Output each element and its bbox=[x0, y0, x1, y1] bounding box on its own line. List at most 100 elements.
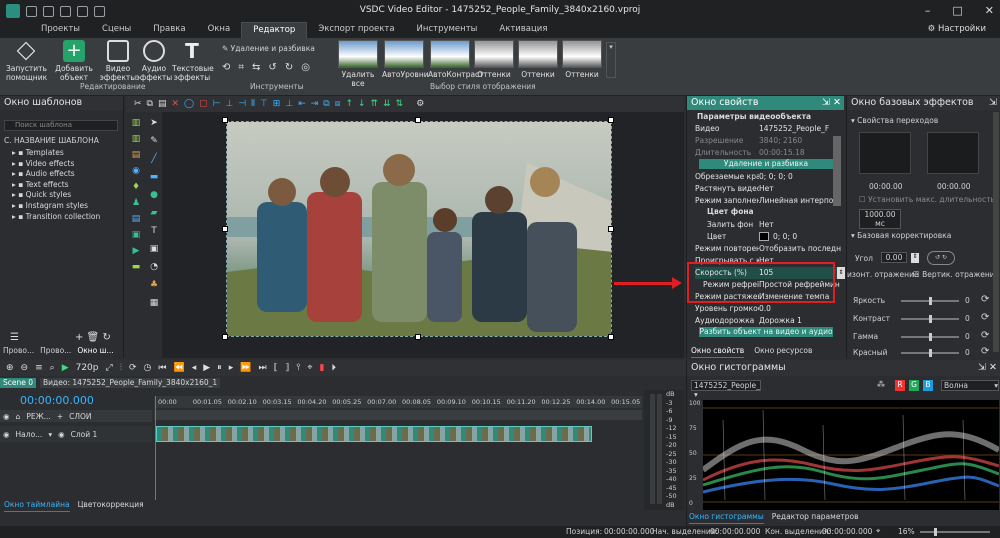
quick-new-icon[interactable] bbox=[26, 5, 37, 17]
remove-track-icon[interactable]: ⊖ bbox=[21, 363, 29, 373]
effects-scrollbar[interactable] bbox=[993, 112, 999, 352]
align-center-icon[interactable]: ⊥ bbox=[225, 99, 233, 109]
menu-scenes[interactable]: Сцены bbox=[91, 22, 142, 38]
histogram-mode-icon[interactable]: ⁂ bbox=[877, 380, 885, 389]
menu-projects[interactable]: Проекты bbox=[30, 22, 91, 38]
tab-templates-short[interactable]: Окно ш... bbox=[77, 346, 113, 358]
prop-volume[interactable]: Уровень громкос 0.0 bbox=[695, 303, 845, 315]
layers-icon[interactable]: ≡ bbox=[35, 363, 43, 373]
rectangle-icon[interactable]: ▬ bbox=[150, 172, 159, 182]
wizard-button[interactable]: Запустить помощник bbox=[6, 40, 47, 82]
zoom-icon[interactable]: ⌕ bbox=[50, 363, 55, 373]
prev-frame-icon[interactable]: ⏪ bbox=[174, 363, 185, 373]
add-icon[interactable]: + bbox=[75, 332, 83, 343]
prop-fill-bg[interactable]: Залить фон Нет bbox=[707, 219, 845, 231]
max-duration-option[interactable]: ☐ Установить макс. длительность: bbox=[859, 195, 997, 204]
move-right-icon[interactable]: ⇥ bbox=[311, 99, 319, 109]
mark-in-icon[interactable]: ⟦ bbox=[274, 363, 278, 373]
prop-audio-track[interactable]: Аудиодорожка Дорожка 1 bbox=[695, 315, 845, 327]
tab-color-correction[interactable]: Цветокоррекция bbox=[78, 500, 144, 512]
quick-redo-icon[interactable] bbox=[94, 5, 105, 17]
red-slider[interactable] bbox=[901, 349, 959, 357]
style-delete-all[interactable]: Удалить все bbox=[336, 40, 380, 88]
add-track-icon[interactable]: ⊕ bbox=[6, 363, 14, 373]
up-arrow-icon[interactable]: ↑ bbox=[345, 99, 353, 109]
person-icon[interactable]: ♟ bbox=[132, 198, 140, 208]
rotate-right-icon[interactable]: ↻ bbox=[285, 62, 293, 73]
handle-tl[interactable] bbox=[222, 117, 228, 123]
rotate-left-icon[interactable]: ↺ bbox=[268, 62, 276, 73]
close-icon[interactable]: ✕ bbox=[985, 4, 994, 17]
zoom-fit-icon[interactable]: ⌖ bbox=[876, 526, 880, 536]
panel-close-icon[interactable]: ✕ bbox=[989, 360, 997, 376]
loop-icon[interactable]: ⟳ bbox=[129, 363, 137, 373]
channel-b-button[interactable]: B bbox=[923, 380, 933, 391]
camera-icon[interactable]: ▣ bbox=[150, 244, 159, 254]
fade-out-thumb[interactable] bbox=[927, 132, 979, 174]
record-icon[interactable]: ◯ bbox=[184, 99, 194, 109]
rotate-90-button[interactable]: ↺ ↻ bbox=[927, 251, 955, 265]
style-autolevels[interactable]: АвтоУровни bbox=[382, 40, 429, 79]
tab-properties-short[interactable]: Прово... bbox=[3, 346, 34, 358]
menu-edit[interactable]: Правка bbox=[142, 22, 196, 38]
ungroup-icon[interactable]: ⧈ bbox=[335, 99, 341, 109]
tab-timeline[interactable]: Окно таймлайна bbox=[4, 500, 70, 512]
contrast-slider[interactable] bbox=[901, 315, 959, 323]
timeline-ruler[interactable]: 00:00 00:01.05 00:02.10 00:03.15 00:04.20 00:… bbox=[154, 396, 642, 408]
delete-icon[interactable]: ✕ bbox=[172, 99, 180, 109]
tab-scene[interactable]: Scene 0 bbox=[0, 378, 37, 388]
track-blend-mode[interactable]: Нало... bbox=[16, 430, 43, 439]
dropdown-icon[interactable]: ▾ bbox=[48, 430, 52, 439]
stabilize-icon[interactable]: ◎ bbox=[301, 62, 310, 73]
copy-icon[interactable]: ⧉ bbox=[147, 99, 153, 109]
chart-icon[interactable]: ▥ bbox=[132, 118, 141, 128]
bottom-arrow-icon[interactable]: ⇊ bbox=[383, 99, 391, 109]
play-icon[interactable]: ▶ bbox=[203, 363, 210, 373]
gamma-slider[interactable] bbox=[901, 333, 959, 341]
handle-bc[interactable] bbox=[415, 334, 421, 340]
align-middle-icon[interactable]: ⊞ bbox=[273, 99, 281, 109]
resolution-select[interactable]: 720p bbox=[76, 363, 99, 373]
trash-icon[interactable]: 🗑 bbox=[87, 332, 100, 343]
delete-split-button[interactable]: ✎ Удаление и разбивка bbox=[222, 44, 315, 53]
tab-histogram[interactable]: Окно гистограммы bbox=[689, 512, 764, 524]
angle-spin[interactable]: ⇕ bbox=[911, 253, 919, 263]
bars-icon[interactable]: ▤ bbox=[132, 150, 141, 160]
handle-br[interactable] bbox=[608, 334, 614, 340]
prop-color[interactable]: Цвет 0; 0; 0 bbox=[707, 231, 845, 243]
layer-icon[interactable]: ⇅ bbox=[396, 99, 404, 109]
distribute-icon[interactable]: ⫴ bbox=[251, 99, 255, 109]
paste-icon[interactable]: ▤ bbox=[158, 99, 167, 109]
styles-scroll[interactable]: ▾ bbox=[606, 42, 616, 78]
refresh-icon[interactable]: ↻ bbox=[102, 332, 110, 343]
track-visible-icon[interactable]: ◉ bbox=[58, 430, 65, 439]
group-icon[interactable]: ⧉ bbox=[323, 99, 329, 109]
video-effects-button[interactable]: Видео эффекты bbox=[98, 40, 138, 82]
prop-stretch[interactable]: Растянуть видео Нет bbox=[695, 183, 845, 195]
audio-effects-button[interactable]: Аудио эффекты bbox=[134, 40, 174, 82]
split-icon[interactable]: ⫯ bbox=[296, 363, 300, 373]
angle-input[interactable]: 0.00 bbox=[881, 252, 907, 263]
quick-undo-icon[interactable] bbox=[77, 5, 88, 17]
handle-bl[interactable] bbox=[222, 334, 228, 340]
minimize-icon[interactable]: – bbox=[925, 4, 931, 17]
tree-item-instagram-styles[interactable]: ▸ ▪ Instagram styles bbox=[12, 201, 122, 212]
chart2-icon[interactable]: ▥ bbox=[132, 134, 141, 144]
reset-icon[interactable]: ⟳ bbox=[981, 312, 989, 323]
flip-h-label[interactable]: изонт. отражение bbox=[847, 270, 919, 279]
subtitle-icon[interactable]: ▬ bbox=[132, 262, 141, 272]
prop-crop[interactable]: Обрезаемые края 0; 0; 0; 0 bbox=[695, 171, 845, 183]
mark-out-icon[interactable]: ⟧ bbox=[285, 363, 289, 373]
reset-icon[interactable]: ⟳ bbox=[981, 346, 989, 357]
histogram-mode-select[interactable]: Волна ▾ bbox=[941, 380, 999, 391]
prop-video[interactable]: Видео 1475252_People_F bbox=[695, 123, 845, 135]
move-left-icon[interactable]: ⇤ bbox=[298, 99, 306, 109]
prop-scrollbar[interactable] bbox=[833, 136, 841, 206]
next-frame-icon[interactable]: ⏩ bbox=[240, 363, 251, 373]
track-eye-icon[interactable]: ◉ bbox=[3, 430, 10, 439]
image-icon[interactable]: ▣ bbox=[132, 230, 141, 240]
stop-icon[interactable]: ▢ bbox=[199, 99, 208, 109]
pointer-icon[interactable]: ➤ bbox=[150, 118, 158, 128]
quick-open-icon[interactable] bbox=[43, 5, 54, 17]
style-tints-3[interactable]: Оттенки bbox=[560, 40, 604, 79]
